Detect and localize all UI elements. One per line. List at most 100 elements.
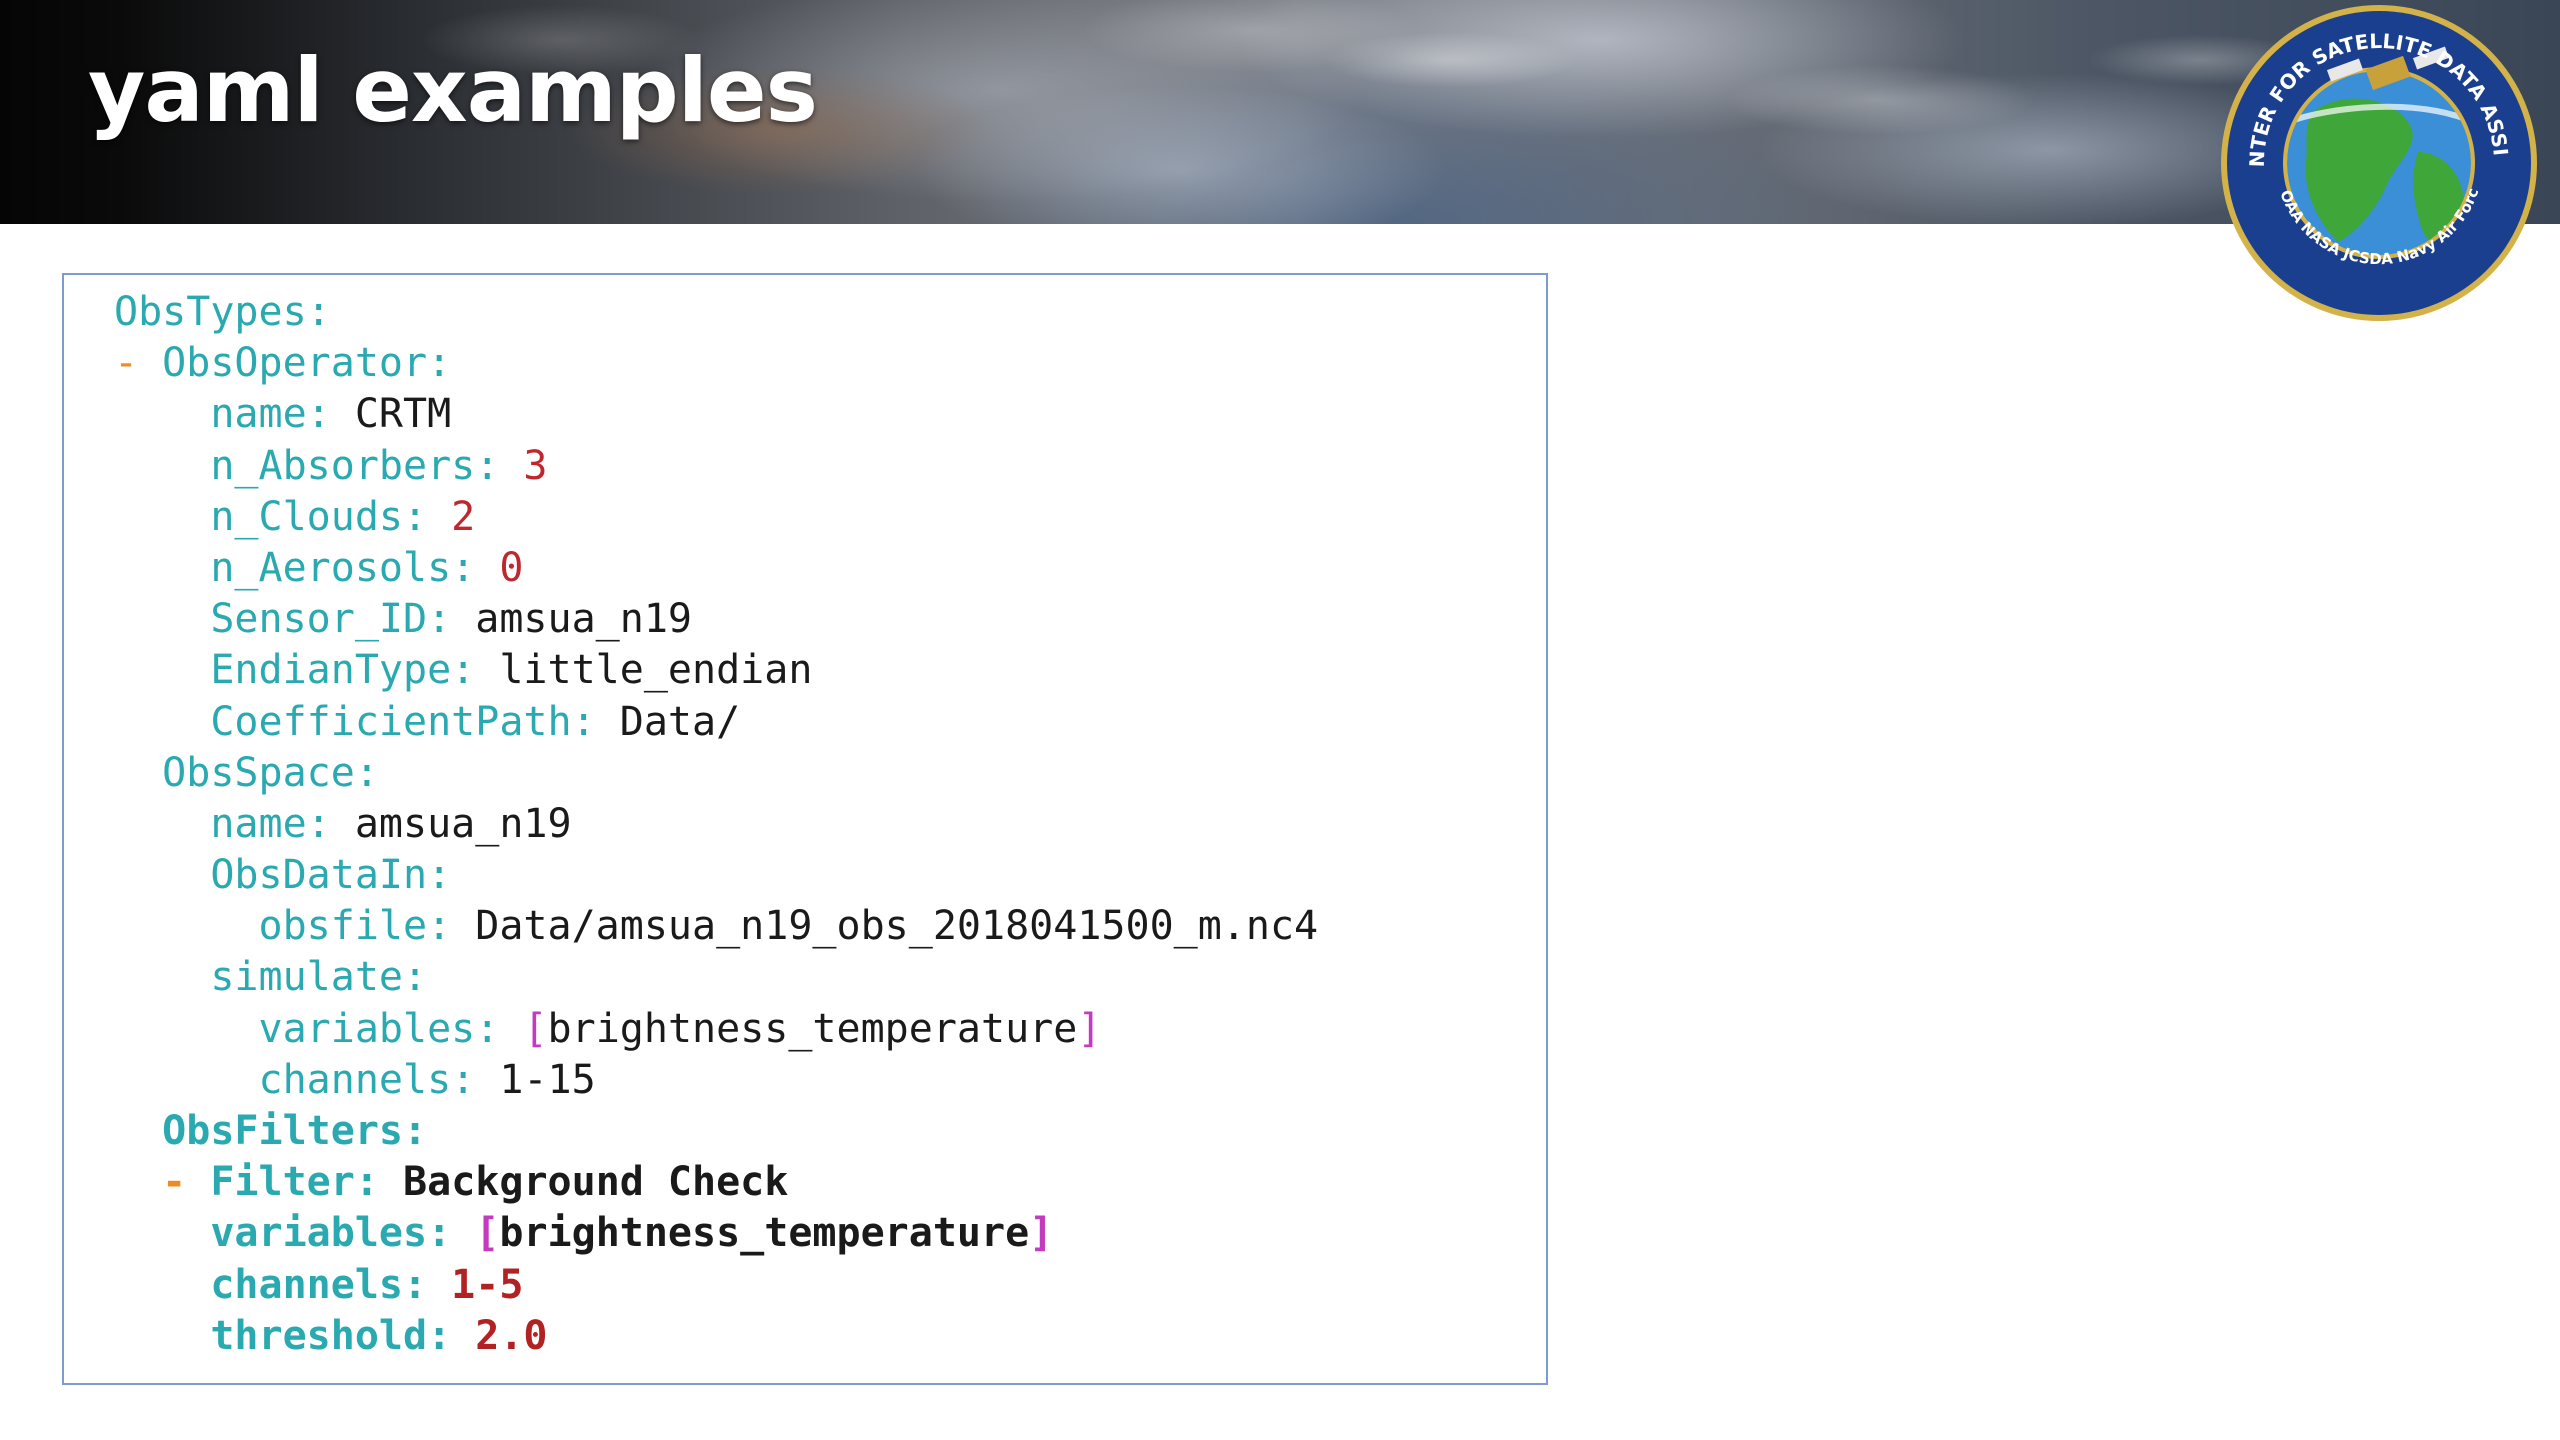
code-key: name	[210, 800, 307, 847]
code-key: ObsDataIn	[210, 852, 428, 899]
jcsda-seal-icon: JOINT CENTER FOR SATELLITE DATA ASSIMILA…	[2218, 2, 2537, 321]
code-colon: :	[402, 1261, 428, 1308]
code-key: Filter	[210, 1159, 355, 1206]
code-list-dash: -	[114, 340, 163, 387]
code-line: - ObsOperator:	[114, 338, 1318, 389]
code-line: channels: 1-15	[114, 1055, 1318, 1106]
code-key: obsfile	[258, 903, 428, 950]
code-colon: :	[451, 1056, 476, 1103]
code-colon: :	[427, 852, 452, 899]
code-line: n_Clouds: 2	[114, 492, 1318, 543]
code-colon: :	[354, 1159, 379, 1206]
code-line: ObsSpace:	[114, 748, 1318, 799]
code-line: channels: 1-5	[114, 1260, 1318, 1311]
code-colon: :	[402, 493, 428, 540]
code-value: amsua_n19	[354, 800, 572, 847]
yaml-code-box: ObsTypes: - ObsOperator: name: CRTM n_Abs…	[62, 273, 1548, 1385]
code-value: Data/amsua_n19_obs_2018041500_m.nc4	[475, 903, 1319, 950]
yaml-code-block: ObsTypes: - ObsOperator: name: CRTM n_Abs…	[114, 287, 1318, 1362]
code-line: CoefficientPath: Data/	[114, 697, 1318, 748]
code-key: EndianType	[210, 647, 452, 694]
code-line: obsfile: Data/amsua_n19_obs_2018041500_m…	[114, 901, 1319, 952]
code-line: n_Aerosols: 0	[114, 543, 1318, 594]
code-value: 2.0	[475, 1312, 548, 1359]
code-key: channels	[258, 1056, 452, 1103]
code-line: - Filter: Background Check	[114, 1157, 1318, 1208]
code-value: 1-15	[499, 1056, 596, 1103]
code-line: n_Absorbers: 3	[114, 441, 1318, 492]
code-line: simulate:	[114, 952, 1318, 1003]
code-colon: :	[306, 800, 331, 847]
code-colon: :	[427, 1312, 452, 1359]
code-key: variables	[210, 1210, 428, 1257]
code-value: Background Check	[403, 1159, 789, 1206]
code-colon: :	[451, 647, 476, 694]
code-colon: :	[475, 1005, 500, 1052]
code-line: variables: [brightness_temperature]	[114, 1004, 1318, 1055]
code-colon: :	[427, 596, 452, 643]
jcsda-logo: JOINT CENTER FOR SATELLITE DATA ASSIMILA…	[2218, 2, 2540, 324]
code-bracket: ]	[1029, 1210, 1054, 1257]
code-colon: :	[403, 1108, 428, 1154]
code-key: ObsFilters	[162, 1108, 403, 1154]
code-line: ObsDataIn:	[114, 850, 1318, 901]
code-line: EndianType: little_endian	[114, 645, 1318, 696]
code-bracket: [	[475, 1210, 500, 1257]
code-colon: :	[427, 340, 452, 387]
code-line: name: CRTM	[114, 389, 1318, 440]
code-line: name: amsua_n19	[114, 799, 1318, 850]
code-key: n_Clouds	[210, 493, 403, 540]
slide-title: yaml examples	[88, 39, 818, 142]
code-value: Data/	[619, 698, 741, 745]
code-colon: :	[451, 544, 476, 591]
code-list-dash: -	[162, 1159, 211, 1206]
code-key: ObsOperator	[162, 340, 428, 387]
code-colon: :	[354, 749, 379, 796]
code-value: little_endian	[499, 647, 813, 694]
code-colon: :	[306, 289, 331, 335]
code-colon: :	[306, 391, 331, 438]
code-colon: :	[402, 954, 428, 1001]
code-key: threshold	[210, 1312, 428, 1359]
code-value: CRTM	[354, 391, 452, 438]
code-key: ObsTypes	[114, 289, 307, 335]
code-colon: :	[427, 1210, 452, 1257]
code-value: 0	[499, 544, 524, 591]
code-colon: :	[475, 442, 500, 489]
code-line: threshold: 2.0	[114, 1311, 1318, 1362]
code-line: Sensor_ID: amsua_n19	[114, 594, 1318, 645]
code-key: n_Aerosols	[210, 544, 452, 591]
code-value: brightness_temperature	[499, 1210, 1030, 1257]
code-bracket: [	[523, 1005, 548, 1052]
code-value: 2	[451, 493, 476, 540]
code-key: CoefficientPath	[210, 698, 572, 745]
code-bracket: ]	[1077, 1005, 1102, 1052]
code-key: Sensor_ID	[210, 596, 428, 643]
code-value: 1-5	[451, 1261, 524, 1308]
code-value: brightness_temperature	[547, 1005, 1078, 1052]
code-key: n_Absorbers	[210, 442, 476, 489]
code-value: 3	[523, 442, 548, 489]
header-banner: yaml examples	[0, 0, 2560, 224]
code-key: channels	[210, 1261, 403, 1308]
code-line: variables: [brightness_temperature]	[114, 1208, 1318, 1259]
code-line: ObsFilters:	[114, 1106, 1318, 1157]
code-key: variables	[258, 1005, 476, 1052]
code-key: name	[210, 391, 307, 438]
code-key: simulate	[210, 954, 403, 1001]
code-colon: :	[427, 903, 452, 950]
